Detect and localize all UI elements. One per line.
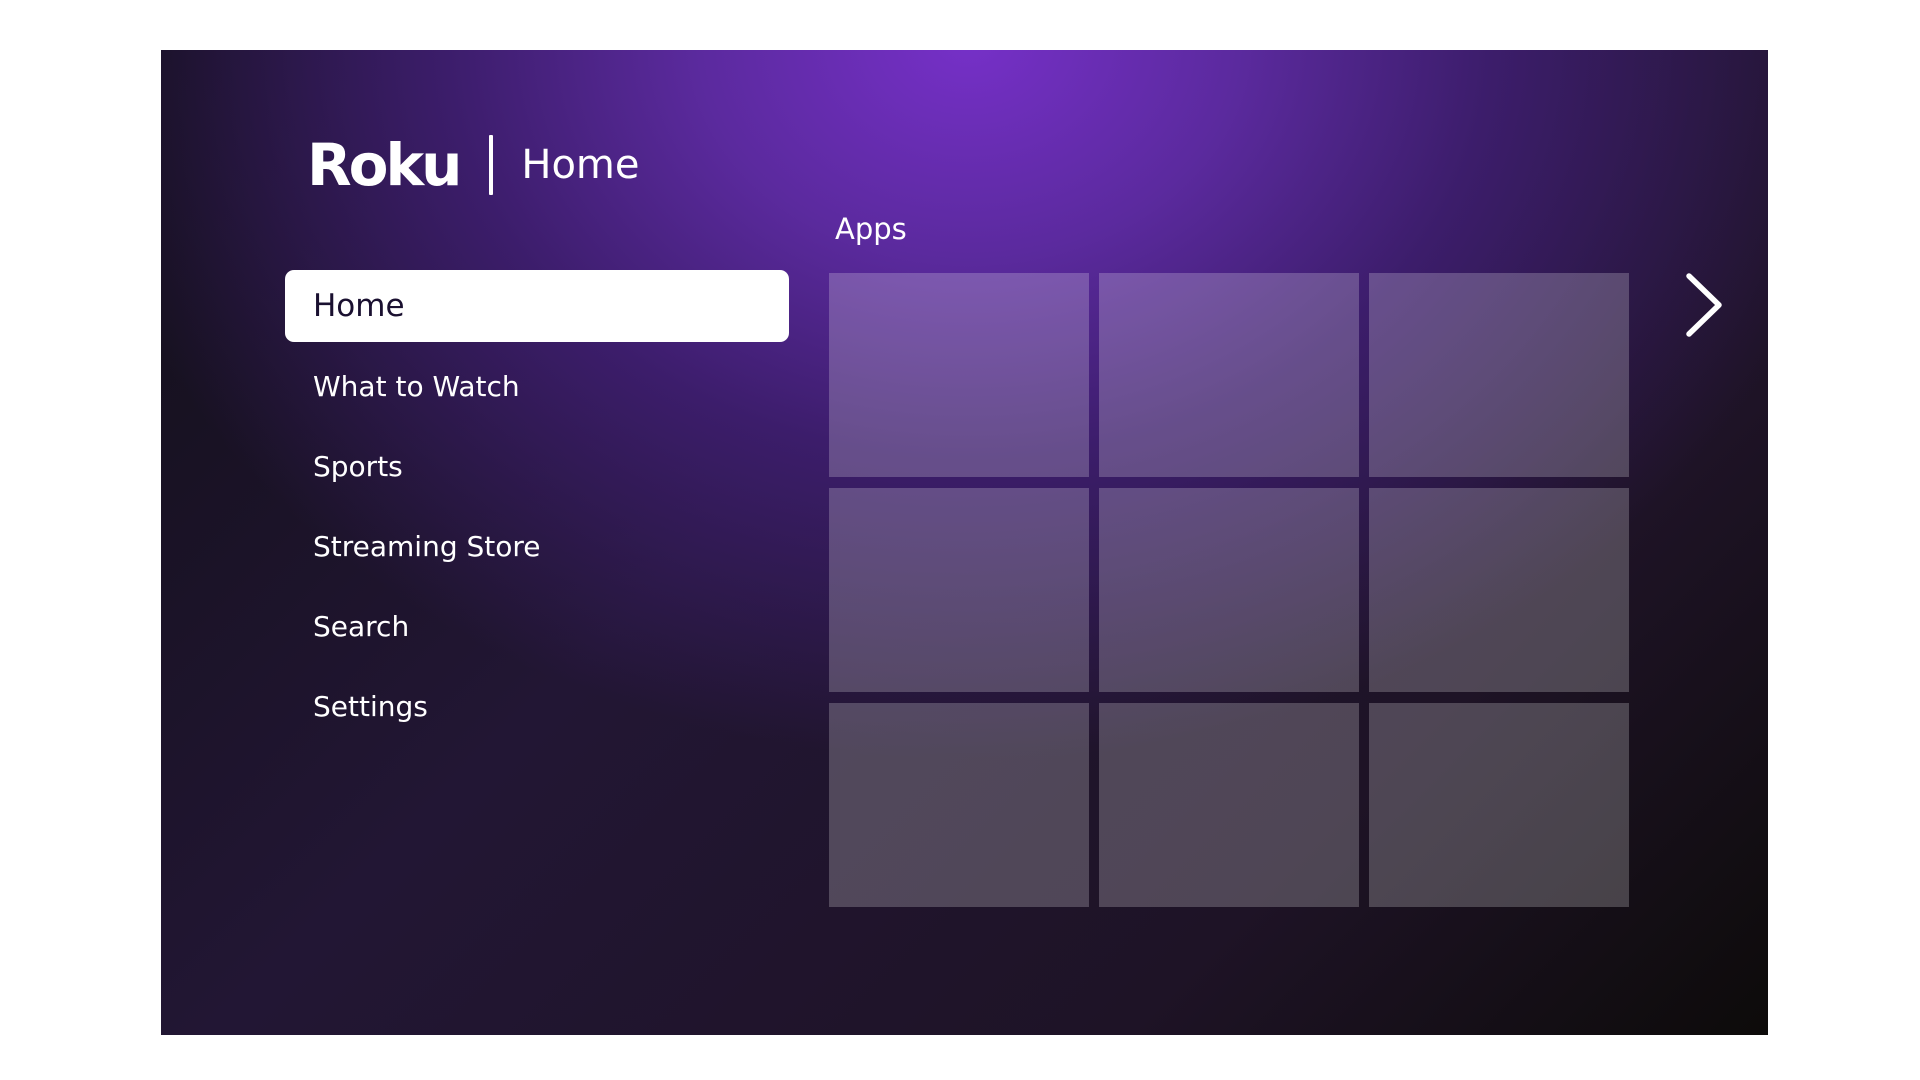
nav-item-settings[interactable]: Settings (285, 670, 789, 742)
nav-item-streaming-store[interactable]: Streaming Store (285, 510, 789, 582)
app-tile[interactable] (1369, 273, 1629, 477)
app-tile[interactable] (1099, 273, 1359, 477)
nav-item-home[interactable]: Home (285, 270, 789, 342)
roku-logo: Roku (307, 131, 462, 199)
app-tile[interactable] (829, 273, 1089, 477)
nav-item-what-to-watch[interactable]: What to Watch (285, 350, 789, 422)
nav-item-label: Search (313, 609, 410, 643)
nav-item-label: Settings (313, 689, 428, 723)
chevron-right-icon[interactable] (1683, 270, 1727, 340)
app-tile[interactable] (1369, 703, 1629, 907)
nav-item-label: Sports (313, 449, 403, 483)
app-tile[interactable] (1099, 488, 1359, 692)
app-tile[interactable] (829, 488, 1089, 692)
apps-grid (829, 273, 1631, 915)
app-tile[interactable] (1099, 703, 1359, 907)
nav-item-search[interactable]: Search (285, 590, 789, 662)
page-title: Home (521, 142, 640, 188)
nav-item-label: Streaming Store (313, 529, 541, 563)
app-tile[interactable] (829, 703, 1089, 907)
nav-item-label: Home (313, 288, 405, 324)
sidebar-nav: Home What to Watch Sports Streaming Stor… (285, 270, 789, 750)
apps-section-label: Apps (835, 212, 907, 246)
app-tile[interactable] (1369, 488, 1629, 692)
nav-item-label: What to Watch (313, 369, 520, 403)
nav-item-sports[interactable]: Sports (285, 430, 789, 502)
header-divider (489, 135, 494, 195)
header: Roku Home (307, 132, 640, 198)
tv-screen: Roku Home Home What to Watch Sports Stre… (161, 50, 1768, 1035)
